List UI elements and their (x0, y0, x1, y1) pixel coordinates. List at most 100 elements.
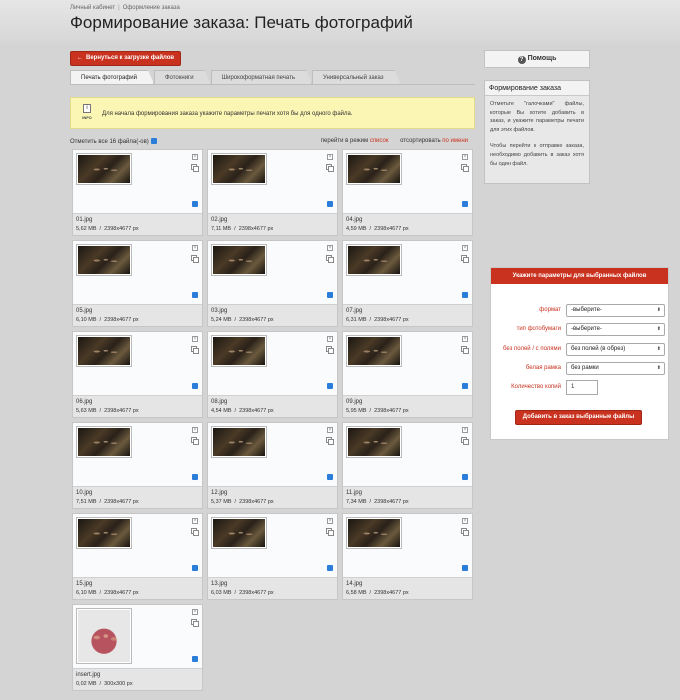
file-card[interactable]: × 13.jpg 6,03 MB / 2398x4677 px (207, 513, 338, 600)
breadcrumb-item-cabinet[interactable]: Личный кабинет (70, 5, 115, 11)
file-card[interactable]: × 06.jpg 5,63 MB / 2398x4677 px (72, 331, 203, 418)
file-checkbox[interactable] (462, 201, 468, 207)
file-card[interactable]: × 08.jpg 4,54 MB / 2398x4677 px (207, 331, 338, 418)
margins-select[interactable]: без полей (в обрез) ⬍ (566, 343, 665, 356)
photo-thumbnail[interactable] (76, 153, 132, 185)
duplicate-icon[interactable] (326, 346, 334, 354)
file-name: 14.jpg (346, 581, 363, 587)
photo-thumbnail[interactable] (76, 244, 132, 276)
file-card[interactable]: × 09.jpg 5,95 MB / 2398x4677 px (342, 331, 473, 418)
remove-file-icon[interactable]: × (327, 427, 333, 433)
photo-thumbnail[interactable] (346, 517, 402, 549)
duplicate-icon[interactable] (461, 346, 469, 354)
remove-file-icon[interactable]: × (192, 154, 198, 160)
remove-file-icon[interactable]: × (327, 154, 333, 160)
photo-thumbnail[interactable] (346, 335, 402, 367)
file-card[interactable]: × 01.jpg 5,62 MB / 2398x4677 px (72, 149, 203, 236)
photo-thumbnail[interactable] (76, 608, 132, 664)
duplicate-icon[interactable] (461, 164, 469, 172)
photo-thumbnail[interactable] (211, 335, 267, 367)
photo-thumbnail[interactable] (76, 335, 132, 367)
file-card[interactable]: × 05.jpg 6,10 MB / 2398x4677 px (72, 240, 203, 327)
file-checkbox[interactable] (192, 201, 198, 207)
remove-file-icon[interactable]: × (327, 245, 333, 251)
file-card[interactable]: × 15.jpg 6,10 MB / 2398x4677 px (72, 513, 203, 600)
remove-file-icon[interactable]: × (192, 518, 198, 524)
file-checkbox[interactable] (327, 201, 333, 207)
duplicate-icon[interactable] (191, 437, 199, 445)
file-checkbox[interactable] (192, 565, 198, 571)
select-all[interactable]: Отметить все 16 файла(-ов) (70, 138, 157, 145)
duplicate-icon[interactable] (461, 255, 469, 263)
duplicate-icon[interactable] (326, 255, 334, 263)
file-card[interactable]: × 04.jpg 4,59 MB / 2398x4677 px (342, 149, 473, 236)
file-card[interactable]: × 02.jpg 7,11 MB / 2398x4677 px (207, 149, 338, 236)
remove-file-icon[interactable]: × (192, 427, 198, 433)
breadcrumb-item-order[interactable]: Оформление заказа (123, 5, 180, 11)
photo-thumbnail[interactable] (346, 153, 402, 185)
help-button[interactable]: ? Помощь (484, 50, 590, 68)
remove-file-icon[interactable]: × (327, 336, 333, 342)
tab-wide-format[interactable]: Широкоформатная печать (211, 70, 312, 84)
photo-thumbnail[interactable] (76, 426, 132, 458)
file-card[interactable]: × 12.jpg 5,37 MB / 2398x4677 px (207, 422, 338, 509)
frame-select[interactable]: без рамки ⬍ (566, 362, 665, 375)
remove-file-icon[interactable]: × (462, 154, 468, 160)
duplicate-icon[interactable] (191, 346, 199, 354)
file-card[interactable]: × 03.jpg 5,24 MB / 2398x4677 px (207, 240, 338, 327)
tab-universal-order[interactable]: Универсальный заказ (312, 70, 400, 84)
list-mode-link[interactable]: список (370, 138, 389, 144)
add-to-order-button[interactable]: Добавить в заказ выбранные файлы (515, 410, 642, 425)
file-card[interactable]: × 10.jpg 7,51 MB / 2398x4677 px (72, 422, 203, 509)
tab-photo-print[interactable]: Печать фотографий (70, 70, 154, 84)
remove-file-icon[interactable]: × (327, 518, 333, 524)
photo-thumbnail[interactable] (211, 153, 267, 185)
file-checkbox[interactable] (327, 565, 333, 571)
file-checkbox[interactable] (327, 292, 333, 298)
duplicate-icon[interactable] (191, 528, 199, 536)
file-checkbox[interactable] (192, 474, 198, 480)
remove-file-icon[interactable]: × (462, 518, 468, 524)
duplicate-icon[interactable] (326, 437, 334, 445)
format-select[interactable]: -выберите- ⬍ (566, 304, 665, 317)
back-to-upload-button[interactable]: ← Вернуться к загрузке файлов (70, 51, 181, 66)
duplicate-icon[interactable] (326, 528, 334, 536)
file-card[interactable]: × insert.jpg 0,02 MB / 300x300 px (72, 604, 203, 691)
select-all-checkbox[interactable] (150, 138, 157, 144)
photo-thumbnail[interactable] (346, 426, 402, 458)
duplicate-icon[interactable] (461, 437, 469, 445)
file-card[interactable]: × 14.jpg 6,58 MB / 2398x4677 px (342, 513, 473, 600)
duplicate-icon[interactable] (326, 164, 334, 172)
remove-file-icon[interactable]: × (192, 245, 198, 251)
photo-thumbnail[interactable] (211, 426, 267, 458)
file-card[interactable]: × 11.jpg 7,34 MB / 2398x4677 px (342, 422, 473, 509)
file-checkbox[interactable] (192, 656, 198, 662)
remove-file-icon[interactable]: × (462, 427, 468, 433)
file-checkbox[interactable] (462, 292, 468, 298)
remove-file-icon[interactable]: × (192, 336, 198, 342)
tab-photobooks[interactable]: Фотокниги (154, 70, 211, 84)
sort-by-name-link[interactable]: по имени (442, 138, 468, 144)
file-checkbox[interactable] (192, 383, 198, 389)
photo-thumbnail[interactable] (211, 244, 267, 276)
back-button-label: Вернуться к загрузке файлов (86, 55, 175, 61)
file-card[interactable]: × 07.jpg 6,31 MB / 2398x4677 px (342, 240, 473, 327)
file-checkbox[interactable] (462, 565, 468, 571)
file-checkbox[interactable] (327, 474, 333, 480)
file-checkbox[interactable] (462, 383, 468, 389)
photo-thumbnail[interactable] (211, 517, 267, 549)
remove-file-icon[interactable]: × (462, 245, 468, 251)
duplicate-icon[interactable] (191, 619, 199, 627)
file-checkbox[interactable] (192, 292, 198, 298)
remove-file-icon[interactable]: × (192, 609, 198, 615)
duplicate-icon[interactable] (191, 164, 199, 172)
copies-input[interactable]: 1 (566, 380, 598, 395)
file-checkbox[interactable] (462, 474, 468, 480)
paper-select[interactable]: -выберите- ⬍ (566, 323, 665, 336)
remove-file-icon[interactable]: × (462, 336, 468, 342)
duplicate-icon[interactable] (461, 528, 469, 536)
file-checkbox[interactable] (327, 383, 333, 389)
photo-thumbnail[interactable] (346, 244, 402, 276)
photo-thumbnail[interactable] (76, 517, 132, 549)
duplicate-icon[interactable] (191, 255, 199, 263)
